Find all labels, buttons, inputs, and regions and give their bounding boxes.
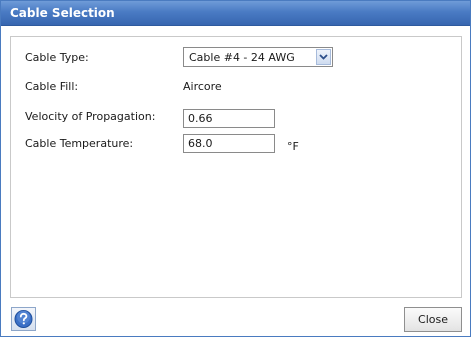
cable-fill-label: Cable Fill: [25, 80, 79, 93]
cable-fill-value: Aircore [183, 80, 222, 93]
chevron-down-icon [319, 54, 328, 60]
close-button[interactable]: Close [404, 307, 462, 332]
cable-type-selected: Cable #4 - 24 AWG [189, 51, 295, 64]
velocity-input[interactable]: 0.66 [183, 109, 275, 128]
velocity-value: 0.66 [188, 112, 213, 125]
cable-type-label: Cable Type: [25, 51, 89, 64]
help-button[interactable] [11, 307, 36, 331]
help-question-icon [14, 310, 33, 328]
velocity-label: Velocity of Propagation: [25, 110, 156, 123]
title-bar: Cable Selection [1, 1, 470, 26]
dropdown-arrow-button[interactable] [316, 49, 331, 65]
settings-panel: Cable Type: Cable #4 - 24 AWG Cable Fill… [10, 36, 462, 298]
temperature-label: Cable Temperature: [25, 137, 134, 150]
dialog-title: Cable Selection [10, 6, 115, 20]
temperature-input[interactable]: 68.0 [183, 134, 275, 153]
temperature-value: 68.0 [188, 137, 213, 150]
temperature-unit: °F [287, 140, 299, 153]
cable-selection-dialog: Cable Selection Cable Type: Cable #4 - 2… [0, 0, 471, 337]
cable-type-dropdown[interactable]: Cable #4 - 24 AWG [183, 47, 333, 67]
